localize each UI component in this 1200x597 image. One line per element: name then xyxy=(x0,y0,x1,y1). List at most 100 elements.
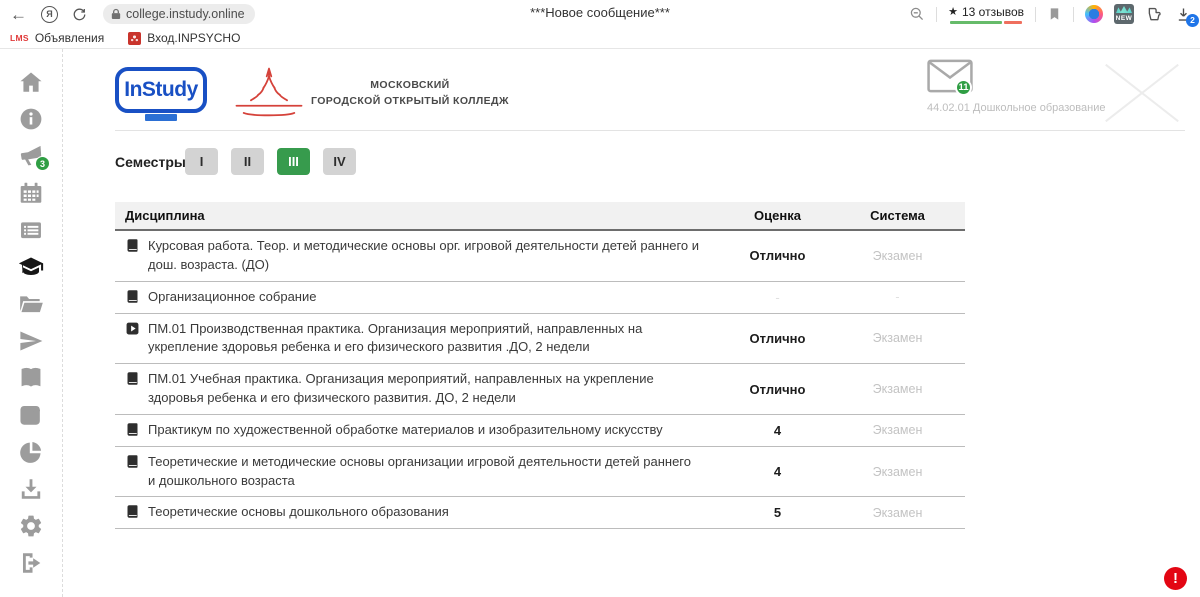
program-name: 44.02.01 Дошкольное образование xyxy=(927,102,1105,114)
reviews-label: 13 отзывов xyxy=(962,5,1024,19)
table-row[interactable]: ПМ.01 Учебная практика. Организация меро… xyxy=(115,364,965,415)
sidebar-item-messages[interactable] xyxy=(18,328,44,354)
system-value: Экзамен xyxy=(840,249,955,263)
refresh-icon[interactable] xyxy=(72,7,87,22)
grades-table: Дисциплина Оценка Система Курсовая работ… xyxy=(115,202,965,529)
college-logo: МОСКОВСКИЙ ГОРОДСКОЙ ОТКРЫТЫЙ КОЛЛЕДЖ xyxy=(221,66,509,122)
sidebar-item-translate[interactable] xyxy=(18,365,44,391)
sidebar-item-statistics[interactable] xyxy=(18,439,44,465)
download-icon xyxy=(18,476,44,502)
bookmark-item[interactable]: LMSОбъявления xyxy=(10,31,104,45)
column-system: Система xyxy=(840,208,955,223)
grade-value: 5 xyxy=(715,505,840,520)
table-row[interactable]: Теоретические и методические основы орга… xyxy=(115,447,965,498)
bookmark-flag-icon[interactable] xyxy=(1047,6,1062,22)
folder-icon xyxy=(18,291,44,317)
table-row[interactable]: Теоретические основы дошкольного образов… xyxy=(115,497,965,529)
header-right: 11 44.02.01 Дошкольное образование xyxy=(927,59,1105,114)
sidebar-item-materials[interactable] xyxy=(18,291,44,317)
bookmarks-bar: LMSОбъявления Вход.INPSYCHO xyxy=(0,28,1200,49)
semesters-label: Семестры xyxy=(115,154,185,170)
grade-value: 4 xyxy=(715,423,840,438)
book-icon xyxy=(125,289,140,304)
edit-icon xyxy=(18,402,44,428)
discipline-name[interactable]: Теоретические основы дошкольного образов… xyxy=(148,503,449,522)
sidebar-item-settings[interactable] xyxy=(18,513,44,539)
reviews-button[interactable]: ★ 13 отзывов xyxy=(948,5,1024,24)
sidebar-item-schedule[interactable] xyxy=(18,217,44,243)
browser-menu-icon[interactable]: Я xyxy=(41,6,58,23)
sidebar-item-calendar[interactable] xyxy=(18,180,44,206)
url-text: college.instudy.online xyxy=(126,7,245,21)
sidebar-item-edit[interactable] xyxy=(18,402,44,428)
screen: ← Я college.instudy.online ***Новое сооб… xyxy=(0,0,1200,597)
calendar-icon xyxy=(18,180,44,206)
system-value: - xyxy=(840,290,955,304)
grade-value: Отлично xyxy=(715,248,840,263)
instudy-logo[interactable]: InStudy xyxy=(115,67,207,121)
semester-button-III[interactable]: III xyxy=(277,148,310,175)
notification-badge: 3 xyxy=(35,156,50,171)
system-value: Экзамен xyxy=(840,331,955,345)
discipline-name[interactable]: Практикум по художественной обработке ма… xyxy=(148,421,663,440)
sidebar-item-home[interactable] xyxy=(18,69,44,95)
mail-button[interactable]: 11 xyxy=(927,59,973,93)
table-row[interactable]: Организационное собрание - - xyxy=(115,282,965,314)
system-value: Экзамен xyxy=(840,506,955,520)
back-icon[interactable]: ← xyxy=(10,6,27,23)
college-name: МОСКОВСКИЙ ГОРОДСКОЙ ОТКРЫТЫЙ КОЛЛЕДЖ xyxy=(311,78,509,110)
bookmark-label: Вход.INPSYCHO xyxy=(147,31,240,45)
table-header: Дисциплина Оценка Система xyxy=(115,202,965,231)
discipline-name[interactable]: Организационное собрание xyxy=(148,288,316,307)
bookmark-item[interactable]: Вход.INPSYCHO xyxy=(128,31,240,45)
table-row[interactable]: ПМ.01 Производственная практика. Организ… xyxy=(115,314,965,365)
sidebar-item-downloads[interactable] xyxy=(18,476,44,502)
close-icon[interactable] xyxy=(1105,61,1179,125)
tab-title[interactable]: ***Новое сообщение*** xyxy=(530,5,670,20)
send-icon xyxy=(18,328,44,354)
extension-mitten-icon[interactable] xyxy=(1145,5,1164,24)
sidebar-item-announcements[interactable]: 3 xyxy=(18,143,44,169)
main-content: InStudy МОСКОВСКИЙ ГОРОДС xyxy=(63,49,1200,597)
alert-icon[interactable]: ! xyxy=(1164,567,1187,590)
book-icon xyxy=(125,238,140,253)
browser-toolbar: ← Я college.instudy.online ***Новое сооб… xyxy=(0,0,1200,28)
table-body: Курсовая работа. Теор. и методические ос… xyxy=(115,231,965,529)
zoom-out-icon[interactable] xyxy=(909,6,925,22)
divider xyxy=(1073,7,1074,22)
book-icon xyxy=(125,454,140,469)
bookmark-label: Объявления xyxy=(35,31,104,45)
translate-icon xyxy=(18,365,44,391)
sidebar-item-logout[interactable] xyxy=(18,550,44,576)
content-header: InStudy МОСКОВСКИЙ ГОРОДС xyxy=(115,57,1185,131)
address-bar[interactable]: college.instudy.online xyxy=(103,4,255,24)
browser-actions: ★ 13 отзывов NEW 2 xyxy=(909,0,1192,28)
sidebar-item-grades[interactable] xyxy=(18,254,44,280)
instudy-logo-text: InStudy xyxy=(124,78,198,102)
downloads-button[interactable]: 2 xyxy=(1175,6,1192,23)
system-value: Экзамен xyxy=(840,423,955,437)
extension-new-icon[interactable]: NEW xyxy=(1114,4,1134,24)
grade-value: 4 xyxy=(715,464,840,479)
discipline-name[interactable]: ПМ.01 Учебная практика. Организация меро… xyxy=(148,370,701,408)
instudy-logo-stand xyxy=(145,114,177,121)
bookmark-favicon xyxy=(128,32,141,45)
play-icon xyxy=(125,321,140,336)
column-grade: Оценка xyxy=(715,208,840,223)
discipline-name[interactable]: Курсовая работа. Теор. и методические ос… xyxy=(148,237,701,275)
list-icon xyxy=(18,217,44,243)
extension-color-icon[interactable] xyxy=(1085,5,1103,23)
semester-switcher: Семестры IIIIIIIV xyxy=(115,148,1200,175)
semester-button-IV[interactable]: IV xyxy=(323,148,356,175)
semester-button-I[interactable]: I xyxy=(185,148,218,175)
table-row[interactable]: Практикум по художественной обработке ма… xyxy=(115,415,965,447)
gear-icon xyxy=(18,513,44,539)
discipline-name[interactable]: ПМ.01 Производственная практика. Организ… xyxy=(148,320,701,358)
table-row[interactable]: Курсовая работа. Теор. и методические ос… xyxy=(115,231,965,282)
semester-button-II[interactable]: II xyxy=(231,148,264,175)
info-icon xyxy=(18,106,44,132)
sidebar-item-info[interactable] xyxy=(18,106,44,132)
sidebar: 3 xyxy=(0,49,63,597)
discipline-name[interactable]: Теоретические и методические основы орга… xyxy=(148,453,701,491)
downloads-badge: 2 xyxy=(1186,14,1199,27)
